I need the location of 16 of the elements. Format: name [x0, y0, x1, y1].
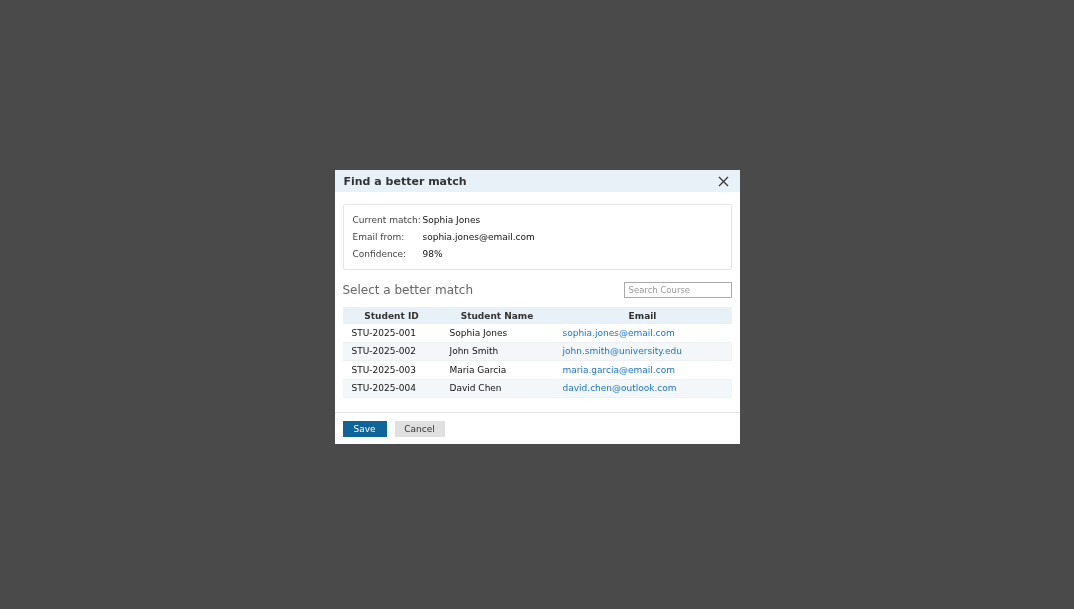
info-value: sophia.jones@email.com	[422, 231, 536, 244]
search-field[interactable]: Search Course	[623, 282, 732, 298]
column-header: Student Name	[440, 307, 554, 324]
info-label: Email from:	[352, 231, 406, 244]
cancel-button[interactable]: Cancel	[394, 421, 445, 437]
column-header: Email	[553, 307, 732, 324]
column-header: Student ID	[342, 307, 441, 324]
info-label: Current match:	[352, 214, 422, 227]
close-icon	[718, 175, 729, 187]
save-button[interactable]: Save	[342, 421, 387, 437]
info-label: Confidence:	[352, 248, 408, 261]
section-title: Select a better match	[342, 283, 473, 297]
info-value: Sophia Jones	[422, 214, 482, 227]
close-button[interactable]	[716, 174, 731, 188]
dialog-title: Find a better match	[343, 174, 467, 188]
info-value: 98%	[422, 248, 444, 261]
